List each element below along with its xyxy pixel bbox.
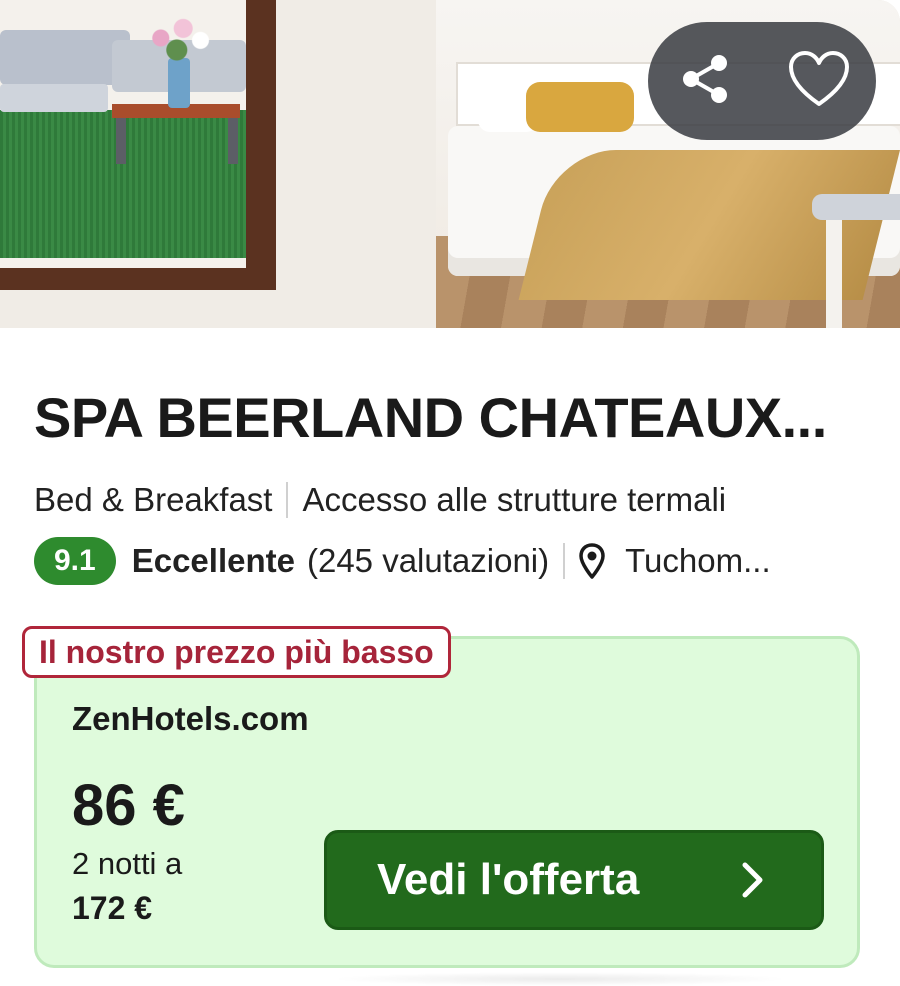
photo-sofa (0, 30, 130, 85)
share-icon (675, 49, 735, 114)
photo-table-leg (116, 118, 126, 164)
reviews-count[interactable]: (245 valutazioni) (307, 542, 549, 580)
score-badge: 9.1 (34, 537, 116, 585)
share-button[interactable] (660, 36, 750, 126)
hotel-photo[interactable] (0, 0, 900, 328)
nights-text: 2 notti a (72, 846, 183, 881)
rating-row: 9.1 Eccellente (245 valutazioni) Tuchom.… (34, 536, 874, 586)
property-feature: Accesso alle strutture termali (302, 481, 727, 518)
hotel-name[interactable]: SPA BEERLAND CHATEAUX... (34, 386, 874, 450)
chevron-right-icon (741, 861, 765, 899)
view-offer-label: Vedi l'offerta (377, 855, 640, 904)
card-shadow (330, 972, 790, 986)
total-price: 172 € (72, 890, 153, 926)
photo-actions (648, 22, 876, 140)
photo-bed-throw (518, 150, 900, 300)
hotel-subtitle: Bed & Breakfast Accesso alle strutture t… (34, 480, 726, 520)
view-offer-button[interactable]: Vedi l'offerta (324, 830, 824, 930)
provider-name: ZenHotels.com (72, 700, 309, 737)
hotel-card[interactable]: SPA BEERLAND CHATEAUX... Bed & Breakfast… (0, 0, 900, 986)
photo-table-leg (228, 118, 238, 164)
photo-flowers (148, 14, 212, 62)
favorite-button[interactable] (774, 36, 864, 126)
score-label: Eccellente (131, 542, 295, 579)
photo-stool-leg (826, 220, 842, 328)
lowest-price-badge: Il nostro prezzo più basso (22, 626, 451, 678)
divider (563, 543, 566, 579)
photo-vase (168, 58, 190, 108)
photo-sofa-seat (0, 84, 108, 112)
divider (286, 482, 289, 518)
location-pin-icon (579, 543, 605, 579)
property-type: Bed & Breakfast (34, 481, 273, 518)
heart-icon (788, 50, 850, 113)
location-text[interactable]: Tuchom... (625, 542, 874, 580)
photo-stool (812, 194, 900, 220)
photo-pillow-gold (526, 82, 634, 132)
nightly-price: 86 € (72, 773, 185, 838)
